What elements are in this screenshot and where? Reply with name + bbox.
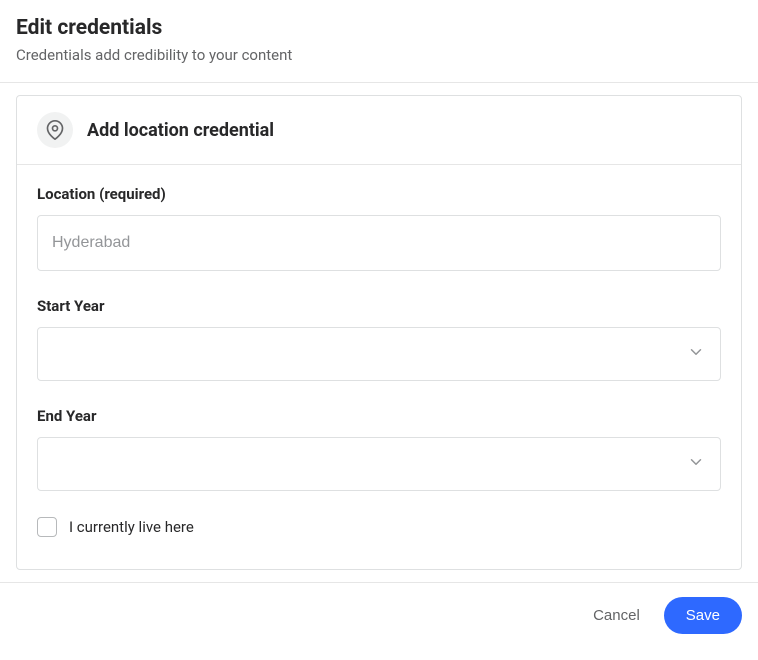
modal-header: Edit credentials Credentials add credibi… [0, 0, 758, 83]
panel-body: Location (required) Start Year End Year [17, 165, 741, 569]
end-year-label: End Year [37, 407, 721, 425]
modal-footer: Cancel Save [0, 582, 758, 648]
location-pin-icon [37, 112, 73, 148]
currently-live-label[interactable]: I currently live here [69, 518, 194, 536]
start-year-label: Start Year [37, 297, 721, 315]
currently-live-group: I currently live here [37, 517, 721, 537]
cancel-button[interactable]: Cancel [589, 599, 644, 632]
end-year-group: End Year [37, 407, 721, 491]
panel-title: Add location credential [87, 120, 274, 141]
location-input[interactable] [37, 215, 721, 271]
location-label: Location (required) [37, 185, 721, 203]
start-year-group: Start Year [37, 297, 721, 381]
location-group: Location (required) [37, 185, 721, 271]
save-button[interactable]: Save [664, 597, 742, 634]
start-year-select[interactable] [37, 327, 721, 381]
end-year-select[interactable] [37, 437, 721, 491]
panel-header: Add location credential [17, 96, 741, 165]
currently-live-checkbox[interactable] [37, 517, 57, 537]
modal-subtitle: Credentials add credibility to your cont… [16, 46, 742, 64]
credential-panel: Add location credential Location (requir… [16, 95, 742, 570]
modal-title: Edit credentials [16, 16, 742, 40]
